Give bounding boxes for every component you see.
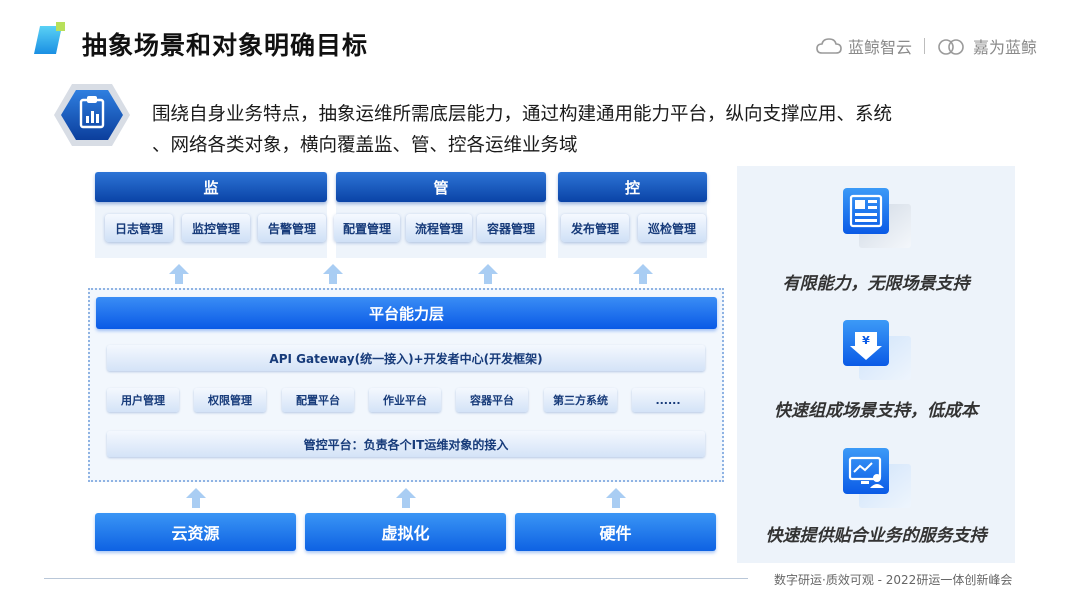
feature-text-low-cost: 快速组成场景支持，低成本 [774,401,978,421]
svg-text:¥: ¥ [862,334,870,347]
brand-logo-icon [34,22,65,54]
platform-module-permission: 权限管理 [194,388,266,412]
module-container-management: 容器管理 [477,214,545,242]
up-arrow-icon [186,488,206,508]
control-platform-bar: 管控平台：负责各个IT运维对象的接入 [107,431,705,457]
dashboard-window-icon [843,188,911,248]
platform-module-job: 作业平台 [369,388,441,412]
brand-right-name: 嘉为蓝鲸 [973,38,1038,57]
category-header-manage: 管 [336,172,546,202]
up-arrow-icon [396,488,416,508]
up-arrow-icon [323,264,343,284]
platform-module-container: 容器平台 [456,388,528,412]
footer-divider [44,578,748,579]
clipboard-chart-icon [54,84,130,146]
footer-text: 数字研运·质效可观 - 2022研运一体创新峰会 [774,573,1013,587]
page-title: 抽象场景和对象明确目标 [82,31,369,60]
up-arrow-icon [606,488,626,508]
platform-module-cmdb: 配置平台 [282,388,354,412]
module-config-management: 配置管理 [334,214,400,242]
up-arrow-icon [633,264,653,284]
brand-left-name: 蓝鲸智云 [848,38,913,57]
brand-area: 蓝鲸智云 嘉为蓝鲸 [816,34,1037,58]
module-log-management: 日志管理 [105,214,173,242]
yen-download-icon: ¥ [843,320,911,380]
feature-text-business-fit: 快速提供贴合业务的服务支持 [765,526,987,546]
intro-text-line-1: 围绕自身业务特点，抽象运维所需底层能力，通过构建通用能力平台，纵向支撑应用、系统 [152,104,893,125]
platform-module-more: ...... [632,388,704,412]
module-alert-management: 告警管理 [258,214,326,242]
category-header-control: 控 [558,172,707,202]
up-arrow-icon [169,264,189,284]
infra-virtualization: 虚拟化 [305,513,506,551]
api-gateway-bar: API Gateway(统一接入)+开发者中心(开发框架) [107,345,705,371]
up-arrow-icon [478,264,498,284]
platform-module-third-party: 第三方系统 [544,388,617,412]
monitor-user-icon [843,448,911,508]
infra-hardware: 硬件 [515,513,716,551]
feature-text-unlimited-scenarios: 有限能力，无限场景支持 [782,274,970,294]
module-process-management: 流程管理 [406,214,472,242]
platform-module-user: 用户管理 [107,388,179,412]
intro-text-line-2: 、网络各类对象，横向覆盖监、管、控各运维业务域 [152,135,578,156]
module-release-management: 发布管理 [561,214,629,242]
category-header-monitor: 监 [95,172,327,202]
infra-cloud-resources: 云资源 [95,513,296,551]
platform-layer-header: 平台能力层 [96,297,717,329]
module-monitor-management: 监控管理 [182,214,250,242]
brand-divider [924,38,926,54]
module-inspection-management: 巡检管理 [638,214,706,242]
cloud-pair-logo-icon [938,39,964,55]
cloud-logo-icon [816,38,842,54]
